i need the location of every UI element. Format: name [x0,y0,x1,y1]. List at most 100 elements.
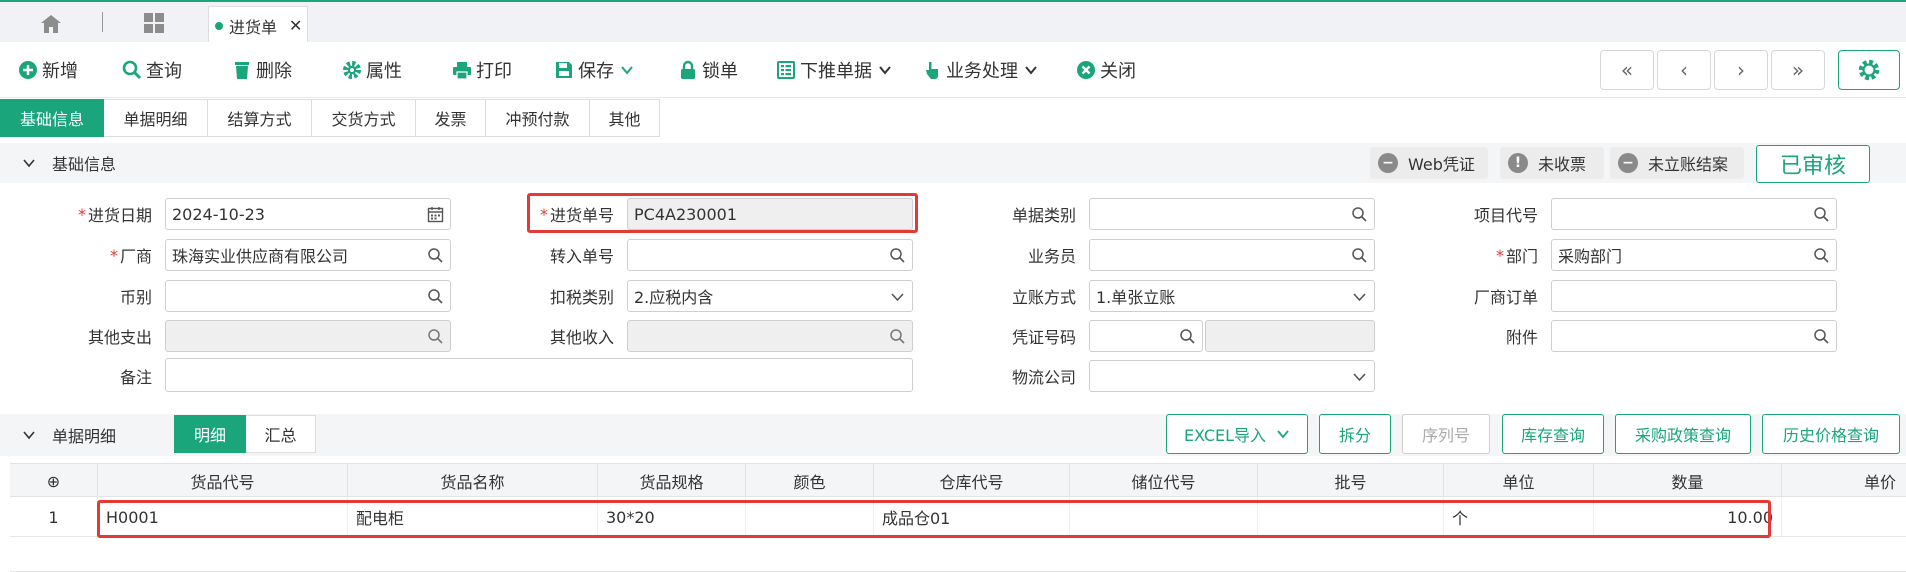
grid-icon[interactable] [143,12,165,34]
other-income-field[interactable] [627,320,913,352]
settings-button[interactable] [1838,50,1900,90]
split-button[interactable]: 拆分 [1319,414,1391,454]
chevron-down-icon[interactable] [22,428,36,442]
column-header-quantity[interactable]: 数量 [1594,464,1782,498]
gear-icon [343,61,361,79]
tab-settlement[interactable]: 结算方式 [208,99,312,137]
active-dot-icon [215,21,223,30]
search-icon[interactable] [1179,328,1196,345]
tab-prepayment[interactable]: 冲预付款 [486,99,590,137]
currency-field[interactable] [165,280,451,312]
search-icon[interactable] [1813,328,1830,345]
department-field[interactable]: 采购部门 [1551,239,1837,271]
document-list-icon [777,61,795,79]
section-title: 基础信息 [52,155,117,174]
transfer-no-field[interactable] [627,239,913,271]
column-header-color[interactable]: 颜色 [746,464,874,498]
chevron-down-icon[interactable] [889,288,906,305]
stock-query-button[interactable]: 库存查询 [1502,414,1604,454]
salesperson-field[interactable] [1089,239,1375,271]
other-expense-field[interactable] [165,320,451,352]
search-icon[interactable] [889,247,906,264]
doc-type-field[interactable] [1089,198,1375,230]
row-number: 1 [10,497,98,537]
column-header-item-name[interactable]: 货品名称 [348,464,598,498]
tab-invoice[interactable]: 发票 [416,99,486,137]
close-tab-icon[interactable]: ✕ [289,16,302,35]
calendar-icon[interactable] [427,206,444,223]
column-header-spec[interactable]: 货品规格 [598,464,746,498]
search-icon[interactable] [427,328,444,345]
query-button[interactable]: 查询 [122,57,182,83]
chevron-down-icon[interactable] [1351,368,1368,385]
search-icon[interactable] [1813,247,1830,264]
department-label: * 部门 [1495,245,1538,267]
serial-number-button[interactable]: 序列号 [1402,414,1490,454]
last-record-button[interactable]: » [1771,50,1825,90]
attachment-field[interactable] [1551,320,1837,352]
currency-label: 币别 [119,288,152,307]
save-button[interactable]: 保存 [554,57,634,83]
excel-import-button[interactable]: EXCEL导入 [1166,414,1308,454]
chevron-down-icon[interactable] [1351,288,1368,305]
add-row-icon[interactable]: ⊕ [10,464,98,498]
tab-basic-info[interactable]: 基础信息 [0,99,104,137]
delete-button[interactable]: 删除 [232,57,292,83]
column-header-location[interactable]: 储位代号 [1070,464,1258,498]
search-icon[interactable] [427,288,444,305]
search-icon[interactable] [1351,247,1368,264]
tab-other[interactable]: 其他 [590,99,660,137]
cell-price[interactable] [1782,497,1906,537]
tab-delivery[interactable]: 交货方式 [312,99,416,137]
logistics-select[interactable] [1089,360,1375,392]
remark-label: 备注 [119,368,152,387]
tab-separator [102,12,103,32]
tab-purchase-receipt[interactable]: 进货单 ✕ [208,6,308,44]
vendor-field[interactable]: 珠海实业供应商有限公司 [165,239,451,271]
column-header-batch[interactable]: 批号 [1258,464,1444,498]
account-method-select[interactable]: 1.单张立账 [1089,280,1375,312]
vendor-order-field[interactable] [1551,280,1837,312]
purchase-receipt-window: { "tabs": {"doc_tab": "进货单", "close": "✕… [0,0,1906,572]
lock-button[interactable]: 锁单 [678,57,738,83]
gear-icon [1858,59,1880,81]
web-voucher-button[interactable]: − Web凭证 [1370,147,1488,179]
policy-query-button[interactable]: 采购政策查询 [1615,414,1751,454]
properties-button[interactable]: 属性 [342,57,402,83]
voucher-no-field[interactable] [1089,320,1203,352]
tab-document-detail[interactable]: 单据明细 [104,99,208,137]
summary-tab[interactable]: 汇总 [246,415,316,453]
remark-field[interactable] [165,358,913,392]
home-icon[interactable] [40,14,62,34]
unreceived-invoice-button[interactable]: ! 未收票 [1500,147,1604,179]
form-tabs: 基础信息 单据明细 结算方式 交货方式 发票 冲预付款 其他 [0,99,660,137]
search-icon[interactable] [427,247,444,264]
unsettled-button[interactable]: − 未立账结案 [1610,147,1744,179]
project-code-label: 项目代号 [1473,206,1538,225]
save-label: 保存 [578,61,614,82]
search-icon[interactable] [1351,206,1368,223]
purchase-date-field[interactable]: 2024-10-23 [165,198,451,230]
prev-record-button[interactable]: ‹ [1657,50,1711,90]
column-header-price[interactable]: 单价 [1782,464,1906,498]
plus-circle-icon [19,61,37,79]
price-history-button[interactable]: 历史价格查询 [1762,414,1900,454]
detail-tab[interactable]: 明细 [174,415,246,453]
web-voucher-label: Web凭证 [1408,155,1475,174]
first-record-button[interactable]: « [1600,50,1654,90]
salesperson-label: 业务员 [1027,247,1076,266]
project-code-field[interactable] [1551,198,1837,230]
column-header-unit[interactable]: 单位 [1444,464,1594,498]
add-button[interactable]: 新增 [18,57,78,83]
print-button[interactable]: 打印 [452,57,512,83]
column-header-item-code[interactable]: 货品代号 [98,464,348,498]
search-icon[interactable] [889,328,906,345]
tax-type-select[interactable]: 2.应税内含 [627,280,913,312]
business-button[interactable]: 业务处理 [922,57,1038,83]
column-header-warehouse[interactable]: 仓库代号 [874,464,1070,498]
push-down-button[interactable]: 下推单据 [776,57,892,83]
chevron-down-icon[interactable] [22,156,36,170]
search-icon[interactable] [1813,206,1830,223]
next-record-button[interactable]: › [1714,50,1768,90]
close-button[interactable]: 关闭 [1076,57,1136,83]
